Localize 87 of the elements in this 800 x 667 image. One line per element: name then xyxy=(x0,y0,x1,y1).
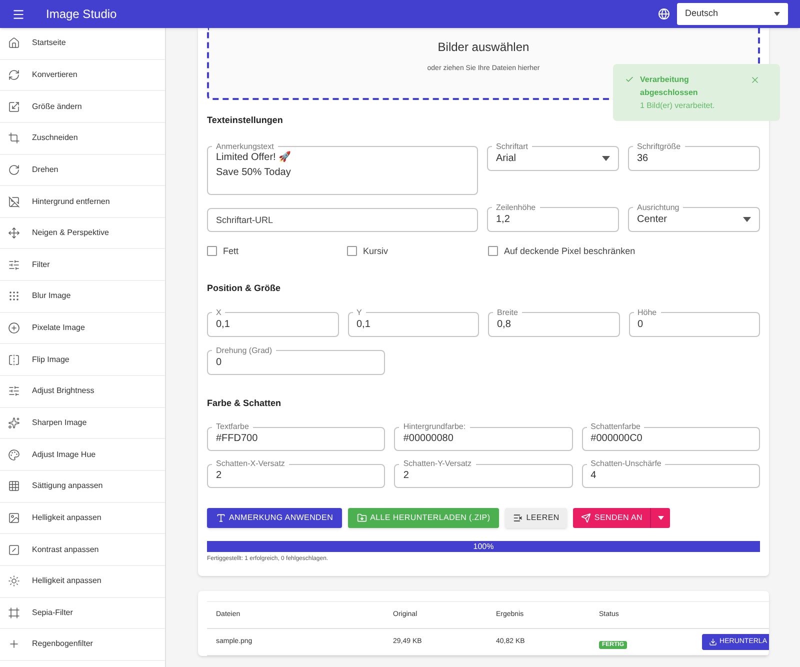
move-icon xyxy=(8,227,20,240)
send-to-button[interactable]: SENDEN AN xyxy=(573,508,650,528)
toast-title: Verarbeitung abgeschlossen xyxy=(640,74,699,99)
checkbox[interactable] xyxy=(488,246,498,256)
image-off-icon xyxy=(8,196,20,208)
sidebar-item[interactable]: Startseite xyxy=(0,28,165,60)
text-field[interactable]: Hintergrundfarbe: #00000080 xyxy=(394,422,573,451)
check-icon xyxy=(625,75,634,84)
number-field[interactable]: X 0,1 xyxy=(207,308,338,336)
checkbox[interactable] xyxy=(207,246,217,256)
sliders-icon xyxy=(8,385,20,398)
menu-icon[interactable] xyxy=(12,8,25,20)
app-title: Image Studio xyxy=(46,6,117,23)
text-size-icon xyxy=(216,513,226,523)
font-url-field[interactable]: Schriftart-URL xyxy=(207,208,478,232)
plus-circle-icon xyxy=(8,322,20,334)
sidebar-item[interactable]: Regenbogenfilter xyxy=(0,629,165,661)
send-options-button[interactable] xyxy=(650,508,670,528)
dropzone-title: Bilder auswählen xyxy=(438,39,530,56)
sidebar-item[interactable]: Neigen & Perspektive xyxy=(0,218,165,250)
sidebar-item[interactable]: Sättigung anpassen xyxy=(0,470,165,503)
send-icon xyxy=(581,513,592,523)
palette-icon xyxy=(8,448,20,461)
language-select[interactable]: Deutsch xyxy=(677,3,788,25)
rotate-icon xyxy=(8,164,20,176)
sidebar-item[interactable]: Blur Image xyxy=(0,281,165,313)
dropdown-caret-icon xyxy=(658,516,664,520)
close-icon[interactable] xyxy=(750,75,760,85)
sun-icon xyxy=(8,575,20,588)
sidebar-item[interactable]: Hintergrund entfernen xyxy=(0,186,165,218)
section-heading: Position & Größe xyxy=(207,282,282,295)
sidebar-item[interactable]: Drehen xyxy=(0,154,165,186)
sidebar-item[interactable]: Adjust Brightness xyxy=(0,376,165,408)
number-field[interactable]: Höhe 0 xyxy=(628,308,760,336)
checkbox-label: Kursiv xyxy=(363,244,388,258)
alignment-select[interactable]: Ausrichtung Center xyxy=(628,202,760,232)
resize-icon xyxy=(8,100,20,113)
sidebar-item[interactable]: Sepia-Filter xyxy=(0,598,165,630)
apply-annotation-button[interactable]: ANMERKUNG ANWENDEN xyxy=(207,508,342,528)
sparkles-icon xyxy=(8,417,20,429)
number-field[interactable]: Breite 0,8 xyxy=(488,308,620,336)
refresh-icon xyxy=(8,68,20,81)
home-icon xyxy=(8,37,20,50)
folder-icon xyxy=(357,513,368,523)
section-heading: Farbe & Schatten xyxy=(207,396,282,410)
sidebar-item[interactable]: Adjust Image Hue xyxy=(0,439,165,471)
sliders-icon xyxy=(8,258,20,271)
number-field[interactable]: Y 0,1 xyxy=(348,308,479,336)
text-field[interactable]: Schatten-Y-Versatz 2 xyxy=(394,459,573,488)
sidebar-item[interactable]: Flip Image xyxy=(0,344,165,376)
dropdown-caret-icon xyxy=(743,217,751,222)
text-field[interactable]: Schatten-Unschärfe 4 xyxy=(582,459,760,488)
font-select[interactable]: Schriftart Arial xyxy=(487,142,619,170)
section-heading: Texteinstellungen xyxy=(207,114,284,127)
checkbox-label: Fett xyxy=(223,244,239,258)
toast-message: 1 Bild(er) verarbeitet. xyxy=(640,100,716,112)
sidebar-item[interactable]: Zuschneiden xyxy=(0,122,165,155)
grid-icon xyxy=(8,480,20,492)
sidebar-item[interactable]: Größe ändern xyxy=(0,91,165,123)
crop-icon xyxy=(8,132,20,144)
font-size-field[interactable]: Schriftgröße 36 xyxy=(628,142,760,170)
globe-icon xyxy=(658,8,670,20)
sidebar-item[interactable]: Sharpen Image xyxy=(0,408,165,440)
annotation-textarea[interactable]: Anmerkungstext Limited Offer! 🚀 Save 50% Today xyxy=(207,142,478,194)
dots-icon xyxy=(8,290,20,302)
line-height-field[interactable]: Zeilenhöhe 1,2 xyxy=(487,202,619,232)
sidebar-item[interactable]: Kontrast anpassen xyxy=(0,534,165,566)
clear-list-icon xyxy=(513,513,524,523)
text-field[interactable]: Schatten-X-Versatz 2 xyxy=(207,459,386,488)
flip-icon xyxy=(8,354,20,366)
image-icon xyxy=(8,512,20,524)
progress-label: 100% xyxy=(472,541,495,552)
download-icon xyxy=(708,638,717,646)
sidebar-item[interactable]: Helligkeit anpassen xyxy=(0,566,165,598)
checkbox[interactable] xyxy=(347,246,357,256)
sidebar-item[interactable]: Helligkeit anpassen xyxy=(0,502,165,534)
sidebar-item[interactable]: Pixelate Image xyxy=(0,312,165,344)
text-field[interactable]: Schattenfarbe #000000C0 xyxy=(582,422,760,451)
rotation-field[interactable]: Drehung (Grad) 0 xyxy=(207,346,386,374)
sidebar-item[interactable]: Konvertieren xyxy=(0,60,165,92)
dropdown-caret-icon xyxy=(774,12,780,16)
checkbox-label: Auf deckende Pixel beschränken xyxy=(504,244,636,258)
dropdown-caret-icon xyxy=(602,156,610,161)
plus-icon xyxy=(8,638,20,650)
sidebar-item[interactable]: Filter xyxy=(0,249,165,282)
clear-button[interactable]: LEEREN xyxy=(505,508,568,528)
text-field[interactable]: Textfarbe #FFD700 xyxy=(207,422,386,451)
